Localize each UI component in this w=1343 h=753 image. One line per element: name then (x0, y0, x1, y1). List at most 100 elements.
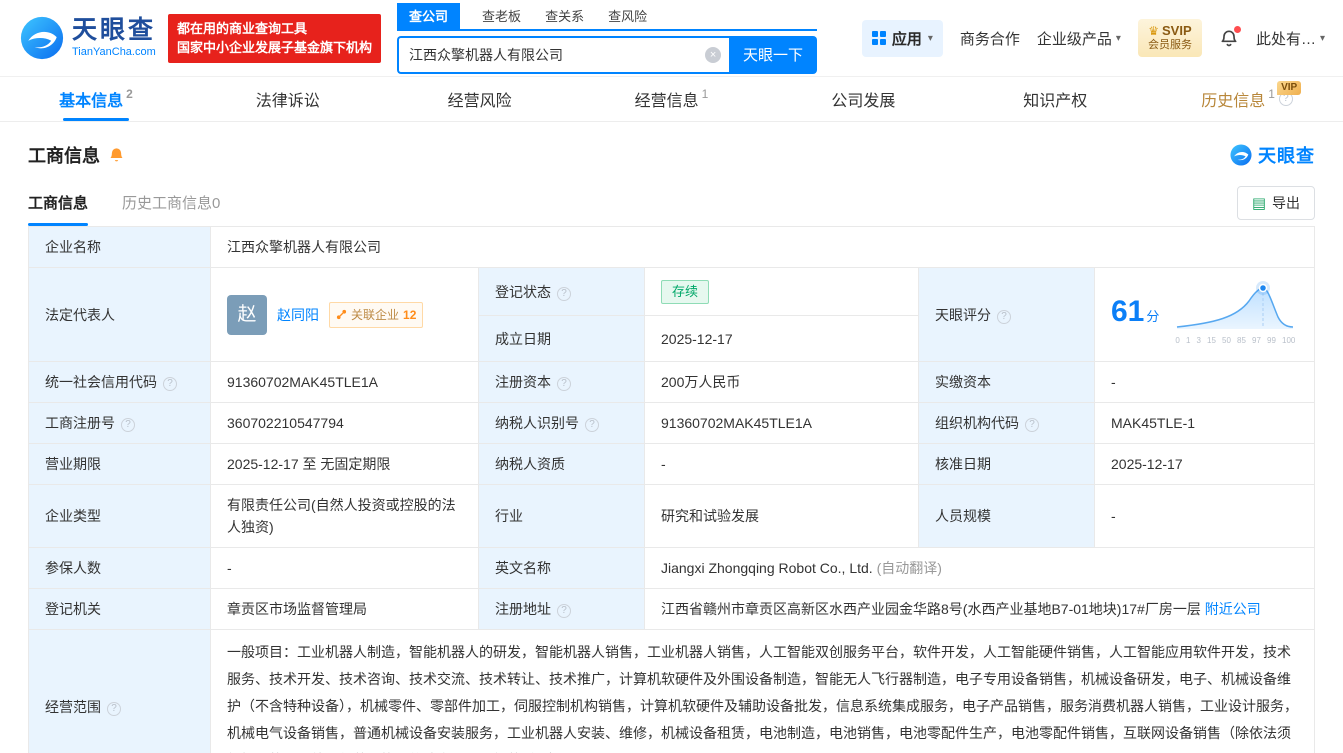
company-name-value: 江西众擎机器人有限公司 (210, 226, 1315, 268)
member-service-label: 会员服务 (1147, 39, 1192, 52)
approval-date-label: 核准日期 (918, 443, 1095, 485)
score-label: 天眼评分? (918, 267, 1095, 362)
tab-intellectual-property[interactable]: 知识产权 (959, 77, 1151, 121)
reg-capital-value: 200万人民币 (644, 361, 919, 403)
address-label: 注册地址? (478, 588, 645, 630)
business-term-value: 2025-12-17 至 无固定期限 (210, 443, 479, 485)
reg-number-value: 360702210547794 (210, 402, 479, 444)
related-companies-tag[interactable]: 关联企业 12 (329, 301, 424, 328)
score-value: 61 分 (1111, 295, 1160, 328)
top-header: 天眼查 TianYanCha.com 都在用的商业查询工具 国家中小企业发展子基… (0, 0, 1343, 77)
english-name-value: Jiangxi Zhongqing Robot Co., Ltd. (自动翻译) (644, 547, 1315, 589)
insured-label: 参保人数 (28, 547, 211, 589)
tab-legal-proceedings[interactable]: 法律诉讼 (192, 77, 384, 121)
company-name-label: 企业名称 (28, 226, 211, 268)
score-axis: 0 1 3 15 50 85 97 99 100 (1175, 336, 1296, 345)
excel-icon: ▤ (1251, 194, 1266, 212)
tab-company-development[interactable]: 公司发展 (767, 77, 959, 121)
tab-operation-risk[interactable]: 经营风险 (384, 77, 576, 121)
legal-rep-label: 法定代表人 (28, 267, 211, 362)
paid-capital-label: 实缴资本 (918, 361, 1095, 403)
info-icon[interactable]: ? (557, 286, 571, 301)
search-tab-relation[interactable]: 查关系 (543, 4, 586, 29)
legal-rep-cell: 赵 赵同阳 关联企业 12 (210, 267, 479, 362)
row-company-name: 企业名称 江西众擎机器人有限公司 (28, 226, 1315, 268)
slogan-banner: 都在用的商业查询工具 国家中小企业发展子基金旗下机构 (168, 13, 382, 63)
staff-size-label: 人员规模 (918, 484, 1095, 548)
search-tab-company[interactable]: 查公司 (397, 2, 461, 29)
avatar[interactable]: 赵 (227, 294, 267, 335)
chevron-down-icon: ▾ (1319, 32, 1325, 44)
notification-bell[interactable] (1219, 26, 1241, 48)
subtab-history-business-info[interactable]: 历史工商信息0 (122, 192, 220, 226)
business-term-label: 营业期限 (28, 443, 211, 485)
svip-label: SVIP (1162, 23, 1192, 38)
row-insured-english: 参保人数 - 英文名称 Jiangxi Zhongqing Robot Co.,… (28, 547, 1315, 589)
search-tab-risk[interactable]: 查风险 (606, 4, 649, 29)
business-info-table: 企业名称 江西众擎机器人有限公司 法定代表人 赵 赵同阳 关联企业 12 登记状… (28, 226, 1315, 753)
info-icon[interactable]: ? (557, 604, 571, 618)
svip-member-button[interactable]: ♛ SVIP 会员服务 (1137, 19, 1202, 57)
org-code-label: 组织机构代码? (918, 402, 1095, 444)
search-input-wrap: × (397, 35, 730, 74)
info-icon[interactable]: ? (585, 418, 599, 432)
legal-rep-name-link[interactable]: 赵同阳 (277, 304, 319, 326)
nearby-companies-link[interactable]: 附近公司 (1205, 601, 1261, 617)
link-business-cooperation[interactable]: 商务合作 (960, 28, 1020, 49)
english-name-label: 英文名称 (478, 547, 645, 589)
tab-operation-info[interactable]: 经营信息 1 (576, 77, 768, 121)
subtab-business-info[interactable]: 工商信息 (28, 192, 89, 226)
search-tab-boss[interactable]: 查老板 (480, 4, 523, 29)
slogan-line2: 国家中小企业发展子基金旗下机构 (177, 40, 373, 55)
tab-count: 1 (701, 87, 709, 101)
taxpayer-id-label: 纳税人识别号? (478, 402, 645, 444)
taxpayer-quality-value: - (644, 443, 919, 485)
search-input[interactable] (409, 46, 706, 63)
apps-menu[interactable]: 应用 ▾ (861, 19, 943, 57)
info-icon[interactable]: ? (163, 377, 177, 391)
taxpayer-id-value: 91360702MAK45TLE1A (644, 402, 919, 444)
subtab-row: 工商信息 历史工商信息0 ▤ 导出 (28, 186, 1315, 226)
info-icon[interactable]: ? (1025, 418, 1039, 432)
clear-icon[interactable]: × (705, 46, 722, 63)
credit-code-value: 91360702MAK45TLE1A (210, 361, 479, 403)
export-button[interactable]: ▤ 导出 (1236, 186, 1315, 220)
status-badge: 存续 (661, 279, 710, 304)
info-icon[interactable]: ? (121, 418, 135, 432)
reg-authority-value: 章贡区市场监督管理局 (210, 588, 479, 630)
search-button[interactable]: 天眼一下 (729, 35, 818, 74)
approval-date-value: 2025-12-17 (1094, 443, 1315, 485)
search-area: 查公司 查老板 查关系 查风险 × 天眼一下 (397, 2, 818, 74)
tianyancha-watermark: 天眼查 (1230, 142, 1315, 168)
tianyancha-logo[interactable]: 天眼查 TianYanCha.com (20, 16, 156, 60)
monitor-bell-icon[interactable] (108, 147, 125, 164)
row-legal-rep-status: 法定代表人 赵 赵同阳 关联企业 12 登记状态? 存续 天眼评分 ? 61 分… (28, 266, 1315, 362)
relation-icon (336, 309, 347, 320)
org-code-value: MAK45TLE-1 (1094, 402, 1315, 444)
row-term-quality-approval: 营业期限 2025-12-17 至 无固定期限 纳税人资质 - 核准日期 202… (28, 443, 1315, 485)
row-credit-capital: 统一社会信用代码? 91360702MAK45TLE1A 注册资本? 200万人… (28, 361, 1315, 403)
info-icon[interactable]: ? (557, 377, 571, 391)
header-actions: 应用 ▾ 商务合作 企业级产品 ▾ ♛ SVIP 会员服务 此处有… ▾ (861, 19, 1325, 57)
notification-dot (1233, 26, 1241, 33)
taxpayer-quality-label: 纳税人资质 (478, 443, 645, 485)
score-curve-chart: 0 1 3 15 50 85 97 99 100 (1175, 277, 1295, 352)
vip-badge: VIP (1277, 81, 1302, 95)
link-enterprise-products[interactable]: 企业级产品 ▾ (1037, 28, 1121, 49)
info-icon[interactable]: ? (997, 309, 1011, 324)
paid-capital-value: - (1094, 361, 1315, 403)
slogan-line1: 都在用的商业查询工具 (177, 20, 308, 36)
industry-label: 行业 (478, 484, 645, 548)
apps-grid-icon (871, 31, 886, 45)
location-indicator[interactable]: 此处有… ▾ (1256, 28, 1325, 49)
info-icon[interactable]: ? (107, 701, 121, 716)
tab-count: 1 (1268, 87, 1275, 101)
tab-history-info[interactable]: 历史信息 1 ? VIP (1151, 77, 1343, 121)
reg-number-label: 工商注册号? (28, 402, 211, 444)
logo-text: 天眼查 TianYanCha.com (72, 18, 156, 58)
auto-translate-note: (自动翻译) (876, 560, 942, 576)
business-scope-label: 经营范围? (28, 629, 211, 753)
reg-status-value: 存续 (644, 266, 919, 317)
tab-basic-info[interactable]: 基本信息 2 (0, 77, 192, 121)
row-business-scope: 经营范围? 一般项目：工业机器人制造，智能机器人的研发，智能机器人销售，工业机器… (28, 629, 1315, 753)
